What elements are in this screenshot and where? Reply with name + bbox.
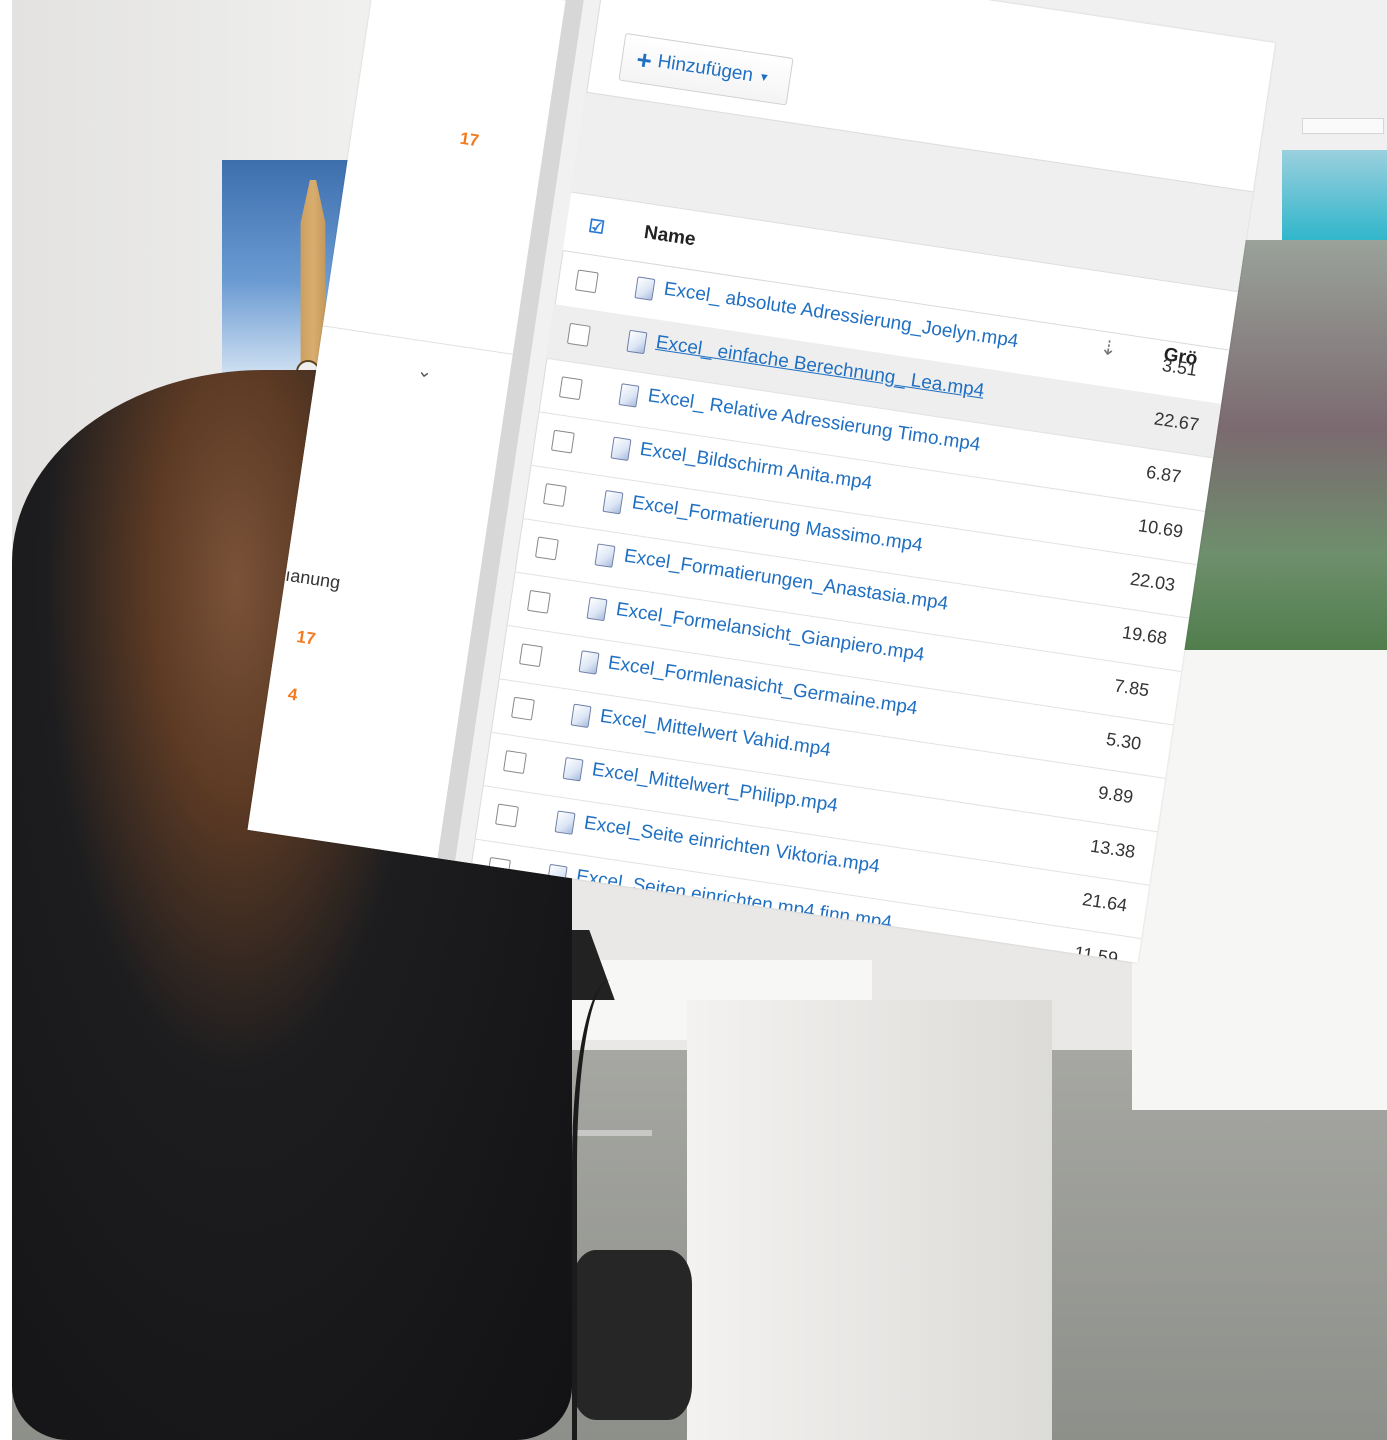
file-size: 19.68: [1120, 622, 1169, 649]
file-icon: [570, 703, 592, 729]
file-icon: [578, 650, 600, 675]
caret-down-icon: ▼: [757, 71, 771, 85]
desk: [687, 1000, 1052, 1440]
sidebar-count: 17: [295, 627, 317, 649]
row-checkbox[interactable]: [511, 696, 535, 721]
file-icon: [618, 383, 640, 408]
divider: [375, 0, 566, 1]
file-icon: [610, 436, 632, 462]
row-checkbox[interactable]: [566, 322, 591, 347]
file-size: 3.51: [1160, 354, 1199, 380]
row-checkbox[interactable]: [558, 376, 583, 401]
sidebar-count: 4: [286, 684, 299, 705]
file-size: 22.03: [1128, 568, 1177, 596]
file-icon: [586, 596, 608, 622]
row-checkbox[interactable]: [519, 643, 543, 668]
file-size: 7.85: [1112, 675, 1151, 701]
add-button-label: Hinzufügen: [656, 51, 755, 87]
file-size: 10.69: [1136, 515, 1185, 542]
divider: [322, 325, 513, 355]
ceiling-light: [1302, 118, 1384, 134]
file-size: 22.67: [1152, 408, 1201, 435]
file-size: 5.30: [1104, 728, 1143, 754]
file-manager-screenshot: 17 ⌄ ıanung 17 4 + Hinzufügen ▼ ☑ Name ⇣…: [247, 0, 1276, 963]
column-header-name[interactable]: Name: [643, 222, 697, 251]
select-all-icon[interactable]: ☑: [587, 216, 606, 239]
row-checkbox[interactable]: [542, 483, 567, 507]
file-size: 13.38: [1088, 835, 1137, 863]
row-checkbox[interactable]: [550, 429, 575, 454]
plus-icon: +: [634, 44, 655, 76]
file-size: 21.64: [1081, 889, 1129, 916]
sidebar-label[interactable]: ıanung: [284, 565, 341, 594]
row-checkbox[interactable]: [503, 750, 527, 775]
file-icon: [562, 757, 584, 782]
file-icon: [554, 810, 576, 835]
chevron-down-icon[interactable]: ⌄: [416, 360, 434, 383]
cable: [572, 980, 667, 1440]
file-icon: [594, 543, 616, 568]
file-size: 6.87: [1144, 461, 1183, 487]
row-checkbox[interactable]: [495, 803, 519, 828]
file-icon: [626, 329, 648, 355]
window-frame: [1282, 150, 1387, 250]
sidebar-count: 17: [458, 128, 481, 151]
file-icon: [634, 276, 656, 301]
add-button[interactable]: + Hinzufügen ▼: [618, 32, 794, 106]
row-checkbox[interactable]: [526, 589, 551, 614]
file-size: 9.89: [1096, 782, 1135, 808]
file-list-panel: + Hinzufügen ▼ ☑ Name ⇣ Grö Excel_ absol…: [466, 0, 1275, 963]
file-icon: [602, 489, 624, 515]
row-checkbox[interactable]: [534, 536, 559, 561]
row-checkbox[interactable]: [574, 269, 599, 294]
